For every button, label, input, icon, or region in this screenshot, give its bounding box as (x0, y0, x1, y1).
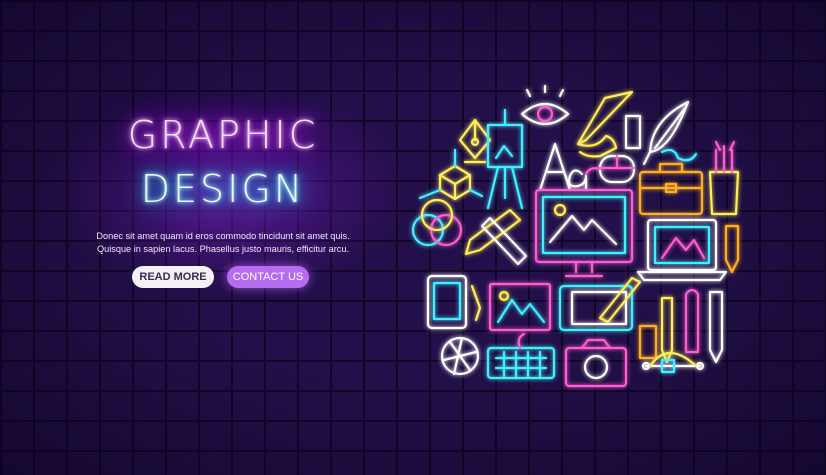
read-more-button[interactable]: READ MORE (132, 266, 214, 288)
eye-icon (520, 84, 570, 126)
description-line-1: Donec sit amet quam id eros commodo tinc… (96, 231, 350, 241)
font-icon (538, 142, 588, 192)
pencil-hand-icon (576, 90, 634, 158)
briefcase-icon (638, 162, 704, 216)
laptop-icon (636, 218, 728, 282)
feather-icon (642, 100, 698, 166)
picture-icon (488, 282, 552, 332)
bezier-icon (641, 351, 705, 374)
dropper-icon (724, 224, 740, 274)
aperture-icon (440, 336, 480, 376)
graphic-design-icon-cluster (411, 84, 740, 388)
title-line-design: DESIGN (140, 167, 306, 211)
pen-nib-icon (458, 118, 492, 164)
mouse-icon (584, 154, 636, 184)
camera-icon (564, 338, 628, 388)
description-line-2: Quisque in sapien lacus. Phasellus justo… (96, 243, 350, 254)
color-circles-icon (411, 198, 463, 247)
graphics-tablet-icon (558, 276, 642, 332)
ruler-icon (624, 114, 642, 150)
title-line-graphic: GRAPHIC (127, 113, 319, 157)
keyboard-icon (486, 332, 556, 380)
cube-icon (418, 148, 484, 201)
tablet-icon (426, 274, 482, 330)
monitor-icon (534, 188, 634, 278)
brush-icon (684, 288, 724, 364)
easel-icon (486, 108, 524, 210)
contact-us-button[interactable]: CONTACT US (227, 266, 309, 288)
hero-description: Donec sit amet quam id eros commodo tinc… (88, 230, 358, 255)
pencil-ruler-icon (464, 208, 528, 266)
pencil-cup-icon (708, 140, 740, 216)
